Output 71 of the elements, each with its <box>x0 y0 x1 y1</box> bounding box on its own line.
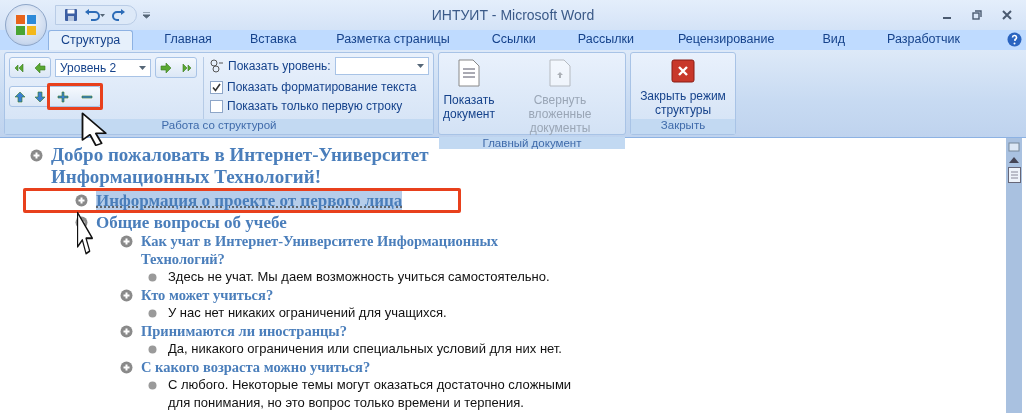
scroll-up-icon[interactable] <box>1009 157 1019 163</box>
office-logo-icon <box>15 14 37 36</box>
outline-heading: Кто может учиться? <box>141 286 274 304</box>
restore-icon[interactable] <box>972 10 982 20</box>
bullet-dot-icon[interactable] <box>148 308 157 318</box>
ribbon-tab[interactable]: Структура <box>48 30 134 50</box>
outline-heading: С какого возраста можно учиться? <box>141 358 371 376</box>
body-text: С любого. Некоторые темы могут оказаться достаточно сложными для понимания, но это вопрос только времени и терпения. <box>168 376 573 412</box>
close-icon[interactable] <box>1002 10 1012 20</box>
ribbon-button[interactable]: Показать документ <box>441 57 497 137</box>
body-text: Здесь не учат. Мы даем возможность учиться самостоятельно. <box>168 268 550 286</box>
ribbon-tab[interactable]: Вставка <box>236 29 310 50</box>
body-text: У нас нет никаких ограничений для учащихся. <box>168 304 447 322</box>
office-button[interactable] <box>5 4 47 46</box>
outline-heading: Принимаются ли иностранцы? <box>141 322 347 340</box>
outline-heading: Общие вопросы об учебе <box>96 213 287 232</box>
double-left-arrow-icon <box>14 61 26 74</box>
outline-heading: Добро пожаловать в Интернет-Университет Информационных Технологий! <box>51 144 430 188</box>
plus-circle-icon[interactable] <box>75 194 88 207</box>
right-arrow-icon <box>160 61 172 74</box>
ribbon-tab[interactable]: Рецензирование <box>664 29 788 50</box>
ribbon-tab[interactable]: Главная <box>151 29 225 50</box>
ruler-icon[interactable] <box>1008 141 1020 153</box>
document-icon <box>549 59 571 87</box>
bullet-dot-icon[interactable] <box>148 380 157 390</box>
bullet-dot-icon[interactable] <box>148 344 157 354</box>
show-level-dropdown[interactable] <box>334 57 429 75</box>
save-icon[interactable] <box>64 8 78 22</box>
caret-icon <box>416 64 424 68</box>
show-level-icon <box>210 59 224 73</box>
plus-circle-icon[interactable] <box>120 234 133 248</box>
caret-icon <box>139 65 146 70</box>
checkbox[interactable] <box>210 80 223 94</box>
help-icon[interactable] <box>1007 32 1022 47</box>
show-level-label: Показать уровень: <box>228 59 331 73</box>
checkbox-label: Показать только первую строку <box>227 99 403 113</box>
plus-circle-icon[interactable] <box>120 288 133 302</box>
ribbon-tab[interactable]: Разработчик <box>874 29 973 50</box>
scroll-thumb-icon[interactable] <box>1007 167 1021 183</box>
ribbon-tab[interactable]: Рассылки <box>564 29 647 50</box>
bullet-dot-icon[interactable] <box>148 272 157 282</box>
outline-heading: Информация о проекте от первого лица <box>96 191 403 210</box>
ribbon-tab[interactable]: Разметка страницы <box>323 29 463 50</box>
body-text: Да, никакого ограничения или специальных условий для них нет. <box>168 340 562 358</box>
ribbon-tab[interactable]: Вид <box>809 29 859 50</box>
group-label: Закрыть <box>631 119 735 134</box>
plus-circle-icon[interactable] <box>30 148 43 162</box>
mouse-pointer-icon <box>80 112 110 148</box>
down-arrow-icon <box>34 90 46 103</box>
group-label: Работа со структурой <box>5 119 433 134</box>
plus-icon <box>57 90 69 103</box>
undo-icon[interactable] <box>84 8 106 22</box>
group-label: Главный документ <box>439 137 625 149</box>
redo-icon[interactable] <box>112 8 126 22</box>
checkbox-label: Показать форматирование текста <box>227 80 417 94</box>
close-icon <box>671 59 695 83</box>
left-arrow-icon <box>34 61 46 74</box>
vertical-scrollbar[interactable] <box>1006 138 1022 413</box>
customize-caret-icon[interactable] <box>143 11 150 19</box>
checkbox[interactable] <box>210 99 223 113</box>
ribbon-tab[interactable]: Ссылки <box>478 29 549 50</box>
level-dropdown[interactable]: Уровень 2 <box>55 58 151 77</box>
plus-circle-icon[interactable] <box>120 324 133 338</box>
document-icon <box>458 59 480 87</box>
window-title: ИНТУИТ - Microsoft Word <box>430 7 596 23</box>
close-outline-button[interactable]: Закрыть режим структуры <box>635 57 731 119</box>
mouse-pointer-icon <box>76 211 95 257</box>
double-right-arrow-icon <box>180 61 192 74</box>
up-arrow-icon <box>14 90 26 103</box>
plus-circle-icon[interactable] <box>120 360 133 374</box>
outline-heading: Как учат в Интернет-Университете Информационных Технологий? <box>141 232 500 268</box>
